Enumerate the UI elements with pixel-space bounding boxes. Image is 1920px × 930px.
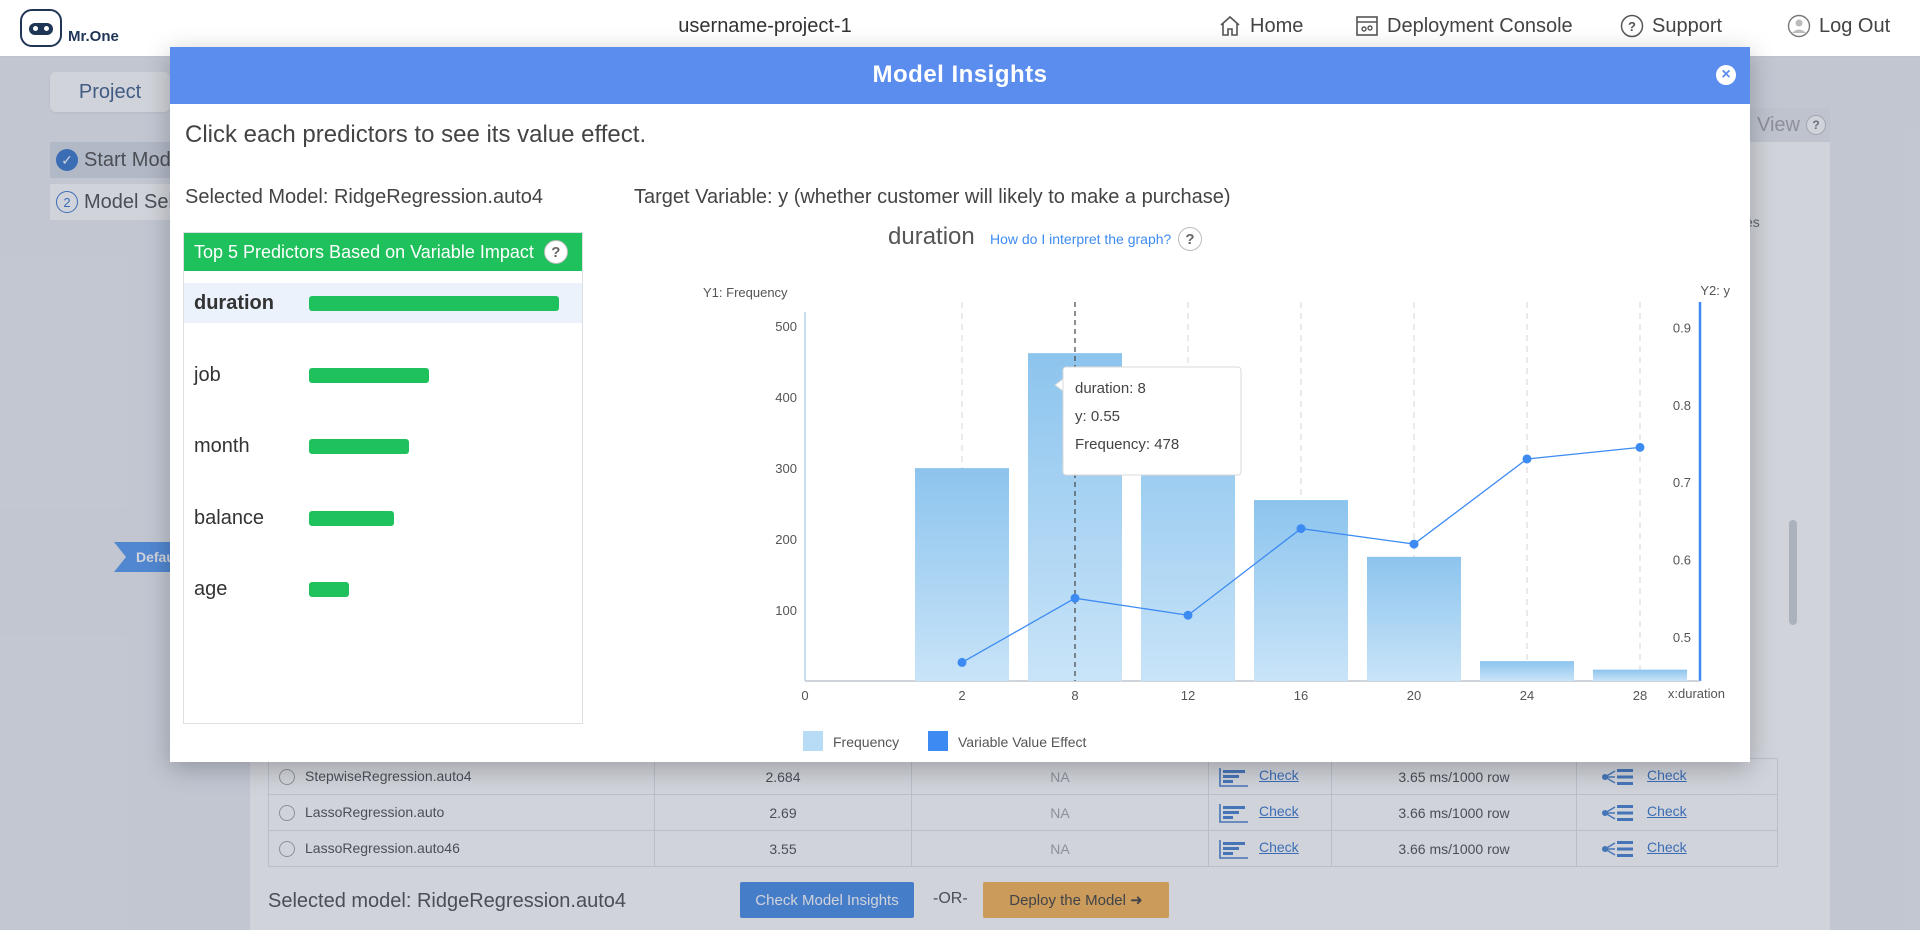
- legend-swatch: [803, 731, 823, 751]
- frequency-bar: [1593, 669, 1687, 681]
- robot-logo-icon: [20, 9, 62, 47]
- predictor-name: balance: [194, 506, 265, 529]
- nav-support[interactable]: ? Support: [1620, 14, 1722, 38]
- y2-tick-label: 0.8: [1673, 398, 1691, 413]
- project-name: username-project-1: [678, 15, 852, 37]
- modal-header: Model Insights ×: [170, 47, 1750, 104]
- nav-home[interactable]: Home: [1218, 14, 1303, 38]
- tooltip-line: duration: 8: [1075, 380, 1146, 397]
- nav-logout-label: Log Out: [1819, 14, 1891, 37]
- nav-deployment-console-label: Deployment Console: [1387, 14, 1573, 37]
- predictor-impact-bar: [309, 438, 409, 454]
- y1-tick-label: 100: [775, 603, 797, 618]
- x-tick-label: 16: [1294, 688, 1308, 703]
- home-icon: [1220, 15, 1240, 36]
- predictor-item-job[interactable]: job: [184, 355, 582, 395]
- value-effect-point: [1183, 610, 1193, 620]
- predictor-name: job: [194, 363, 221, 386]
- predictor-name: age: [194, 577, 228, 600]
- selected-model-label: Selected Model: RidgeRegression.auto4: [185, 186, 543, 208]
- predictor-impact-bar: [309, 367, 429, 383]
- model-insights-modal: Model Insights × Click each predictors t…: [170, 47, 1750, 762]
- y2-tick-label: 0.7: [1673, 475, 1691, 490]
- y1-tick-label: 300: [775, 461, 797, 476]
- nav-deployment-console[interactable]: Deployment Console: [1355, 14, 1573, 38]
- x-tick-label: 12: [1181, 688, 1195, 703]
- legend-label: Variable Value Effect: [958, 734, 1087, 750]
- help-icon: ?: [1620, 14, 1644, 38]
- y2-tick-label: 0.9: [1673, 320, 1691, 335]
- modal-title: Model Insights: [872, 61, 1048, 88]
- x-tick-label: 0: [801, 688, 808, 703]
- y1-axis-label: Y1: Frequency: [703, 285, 788, 300]
- y2-tick-label: 0.5: [1673, 630, 1691, 645]
- instruction-text: Click each predictors to see its value e…: [185, 121, 647, 148]
- value-effect-point: [1296, 524, 1306, 534]
- predictor-panel: Top 5 Predictors Based on Variable Impac…: [183, 232, 583, 724]
- predictor-name: duration: [194, 291, 274, 314]
- frequency-bar: [1480, 661, 1574, 681]
- value-effect-point: [1409, 539, 1419, 549]
- x-tick-label: 28: [1633, 688, 1647, 703]
- y1-tick-label: 200: [775, 532, 797, 547]
- value-effect-point: [1635, 442, 1645, 452]
- predictor-impact-bar: [309, 295, 559, 311]
- nav-support-label: Support: [1652, 14, 1723, 37]
- value-effect-point: [1522, 454, 1532, 464]
- close-icon[interactable]: ×: [1716, 65, 1736, 85]
- predictor-name: month: [194, 434, 250, 457]
- target-variable-label: Target Variable: y (whether customer wil…: [634, 186, 1231, 208]
- frequency-bar: [1367, 556, 1461, 681]
- predictor-item-balance[interactable]: balance: [184, 498, 582, 538]
- duration-chart: Y1: Frequency Y2: yx:duration100200300400…: [703, 283, 1730, 751]
- logo-text: Mr.One: [68, 28, 119, 45]
- value-effect-point: [1070, 593, 1080, 603]
- frequency-bar: [915, 468, 1009, 681]
- value-effect-point: [957, 657, 967, 667]
- help-icon[interactable]: ?: [543, 240, 568, 264]
- y1-tick-label: 400: [775, 390, 797, 405]
- tooltip-line: y: 0.55: [1075, 408, 1120, 425]
- y1-tick-label: 500: [775, 319, 797, 334]
- predictor-item-age[interactable]: age: [184, 569, 582, 609]
- x-tick-label: 20: [1407, 688, 1421, 703]
- legend-swatch: [928, 731, 948, 751]
- legend-label: Frequency: [833, 734, 899, 750]
- predictor-panel-header: Top 5 Predictors Based on Variable Impac…: [184, 233, 582, 271]
- predictor-panel-title: Top 5 Predictors Based on Variable Impac…: [194, 241, 534, 262]
- user-icon: [1787, 14, 1811, 38]
- predictor-item-month[interactable]: month: [184, 426, 582, 466]
- chart-heading: duration: [888, 223, 975, 250]
- x-tick-label: 24: [1520, 688, 1534, 703]
- interpret-graph-link[interactable]: How do I interpret the graph?: [990, 231, 1171, 247]
- help-icon[interactable]: ?: [1178, 227, 1202, 251]
- svg-text:?: ?: [1628, 19, 1636, 34]
- predictor-impact-bar: [309, 510, 394, 526]
- nav-logout[interactable]: Log Out: [1787, 14, 1890, 38]
- y2-axis-label: Y2: y: [1700, 283, 1730, 298]
- tooltip-line: Frequency: 478: [1075, 436, 1179, 453]
- x-tick-label: 8: [1071, 688, 1078, 703]
- y2-tick-label: 0.6: [1673, 553, 1691, 568]
- console-icon: [1356, 16, 1378, 36]
- nav-home-label: Home: [1250, 14, 1304, 37]
- predictor-item-duration[interactable]: duration: [184, 283, 582, 323]
- app-logo[interactable]: Mr.One: [20, 9, 138, 51]
- x-axis-label: x:duration: [1668, 686, 1725, 701]
- x-tick-label: 2: [958, 688, 965, 703]
- predictor-impact-bar: [309, 581, 349, 597]
